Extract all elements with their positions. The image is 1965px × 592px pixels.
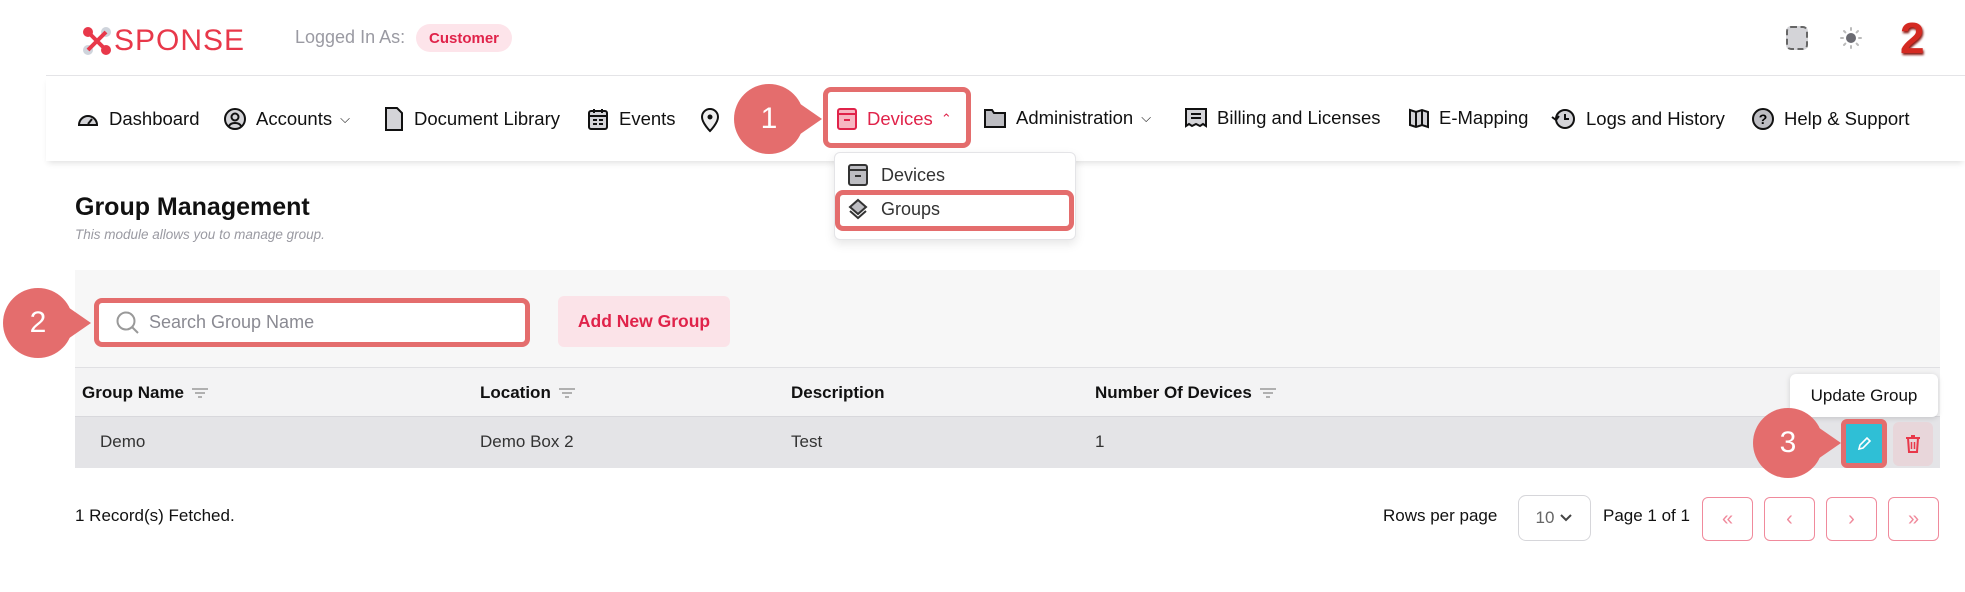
search-placeholder: Search Group Name bbox=[149, 312, 314, 333]
groups-highlight bbox=[835, 190, 1074, 231]
step-badge-1: 1 bbox=[734, 84, 804, 154]
column-header-number-of-devices[interactable]: Number Of Devices bbox=[1095, 383, 1277, 403]
role-badge: Customer bbox=[416, 24, 512, 52]
step-badge-3: 3 bbox=[1753, 408, 1823, 478]
nav-label: Billing and Licenses bbox=[1217, 107, 1381, 129]
next-page-button[interactable]: › bbox=[1826, 497, 1877, 541]
column-header-description: Description bbox=[791, 383, 885, 403]
location-pin-icon bbox=[699, 107, 721, 133]
nav-label: Document Library bbox=[414, 108, 560, 130]
chevron-down-icon: ⌵ bbox=[340, 111, 350, 127]
dropdown-label: Devices bbox=[881, 165, 945, 186]
chevron-down-icon bbox=[1559, 513, 1573, 523]
prev-page-button[interactable]: ‹ bbox=[1764, 497, 1815, 541]
logo-text: SPONSE bbox=[114, 24, 245, 58]
device-box-icon bbox=[836, 107, 858, 131]
nav-label: Accounts bbox=[256, 108, 332, 130]
column-label: Number Of Devices bbox=[1095, 383, 1252, 403]
nav-label: Dashboard bbox=[109, 108, 200, 130]
column-label: Group Name bbox=[82, 383, 184, 403]
history-icon bbox=[1551, 107, 1577, 131]
edit-group-button[interactable] bbox=[1841, 419, 1887, 468]
app-logo[interactable]: SPONSE bbox=[82, 24, 245, 58]
first-page-button[interactable]: « bbox=[1702, 497, 1753, 541]
rows-per-page-label: Rows per page bbox=[1383, 506, 1497, 526]
table-row[interactable]: Demo Demo Box 2 Test 1 bbox=[75, 417, 1940, 468]
step-badge-2: 2 bbox=[3, 288, 73, 358]
rows-per-page-value: 10 bbox=[1536, 508, 1555, 528]
receipt-icon bbox=[1184, 107, 1208, 129]
cell-devices: 1 bbox=[1095, 432, 1104, 452]
nav-label: Devices bbox=[867, 108, 933, 130]
cell-group-name: Demo bbox=[100, 432, 145, 452]
nav-devices[interactable]: Devices ⌃ bbox=[836, 107, 952, 131]
page-info: Page 1 of 1 bbox=[1603, 506, 1690, 526]
map-icon bbox=[1408, 107, 1430, 129]
dashboard-icon bbox=[76, 107, 100, 131]
trash-icon bbox=[1905, 434, 1921, 454]
page-subtitle: This module allows you to manage group. bbox=[75, 227, 325, 242]
column-header-group-name[interactable]: Group Name bbox=[82, 383, 209, 403]
nav-label: E-Mapping bbox=[1439, 107, 1528, 129]
logged-in-label: Logged In As: bbox=[295, 27, 405, 48]
nav-e-mapping[interactable]: E-Mapping bbox=[1408, 107, 1528, 129]
nav-location[interactable] bbox=[699, 107, 730, 133]
column-label: Description bbox=[791, 383, 885, 403]
calendar-icon bbox=[586, 107, 610, 131]
nav-help-support[interactable]: ? Help & Support bbox=[1751, 107, 1909, 131]
nav-dashboard[interactable]: Dashboard bbox=[76, 107, 200, 131]
column-label: Location bbox=[480, 383, 551, 403]
nav-billing[interactable]: Billing and Licenses bbox=[1184, 107, 1381, 129]
page-title: Group Management bbox=[75, 193, 310, 222]
nav-administration[interactable]: Administration ⌵ bbox=[983, 107, 1151, 129]
column-header-location[interactable]: Location bbox=[480, 383, 576, 403]
cell-location: Demo Box 2 bbox=[480, 432, 574, 452]
nav-document-library[interactable]: Document Library bbox=[383, 107, 560, 131]
table-header: Group Name Location Description Number O… bbox=[75, 367, 1940, 417]
device-box-icon bbox=[847, 163, 869, 187]
corner-number: 2 bbox=[1900, 14, 1924, 64]
nav-label: Help & Support bbox=[1784, 108, 1909, 130]
folder-icon bbox=[983, 107, 1007, 129]
last-page-button[interactable]: » bbox=[1888, 497, 1939, 541]
user-circle-icon bbox=[223, 107, 247, 131]
nav-label: Events bbox=[619, 108, 676, 130]
logo-mark-icon bbox=[82, 26, 112, 56]
cell-description: Test bbox=[791, 432, 822, 452]
add-new-group-button[interactable]: Add New Group bbox=[558, 296, 730, 347]
search-icon bbox=[115, 310, 141, 336]
pencil-icon bbox=[1856, 436, 1872, 452]
nav-logs-history[interactable]: Logs and History bbox=[1551, 107, 1725, 131]
rows-per-page-select[interactable]: 10 bbox=[1518, 495, 1591, 541]
sort-icon bbox=[558, 387, 576, 399]
delete-group-button[interactable] bbox=[1893, 422, 1933, 466]
chevron-up-icon: ⌃ bbox=[941, 111, 952, 127]
search-input[interactable]: Search Group Name bbox=[94, 298, 530, 347]
svg-text:?: ? bbox=[1759, 111, 1768, 127]
nav-label: Logs and History bbox=[1586, 108, 1725, 130]
fullscreen-icon[interactable] bbox=[1786, 26, 1808, 50]
sort-icon bbox=[1259, 387, 1277, 399]
help-icon: ? bbox=[1751, 107, 1775, 131]
nav-accounts[interactable]: Accounts ⌵ bbox=[223, 107, 350, 131]
update-group-tooltip: Update Group bbox=[1790, 374, 1938, 417]
dropdown-item-devices[interactable]: Devices bbox=[847, 163, 945, 187]
sort-icon bbox=[191, 387, 209, 399]
chevron-down-icon: ⌵ bbox=[1141, 110, 1151, 126]
document-icon bbox=[383, 107, 405, 131]
nav-label: Administration bbox=[1016, 107, 1133, 129]
records-fetched: 1 Record(s) Fetched. bbox=[75, 506, 235, 526]
nav-events[interactable]: Events bbox=[586, 107, 676, 131]
theme-toggle-sun-icon[interactable] bbox=[1840, 27, 1862, 54]
